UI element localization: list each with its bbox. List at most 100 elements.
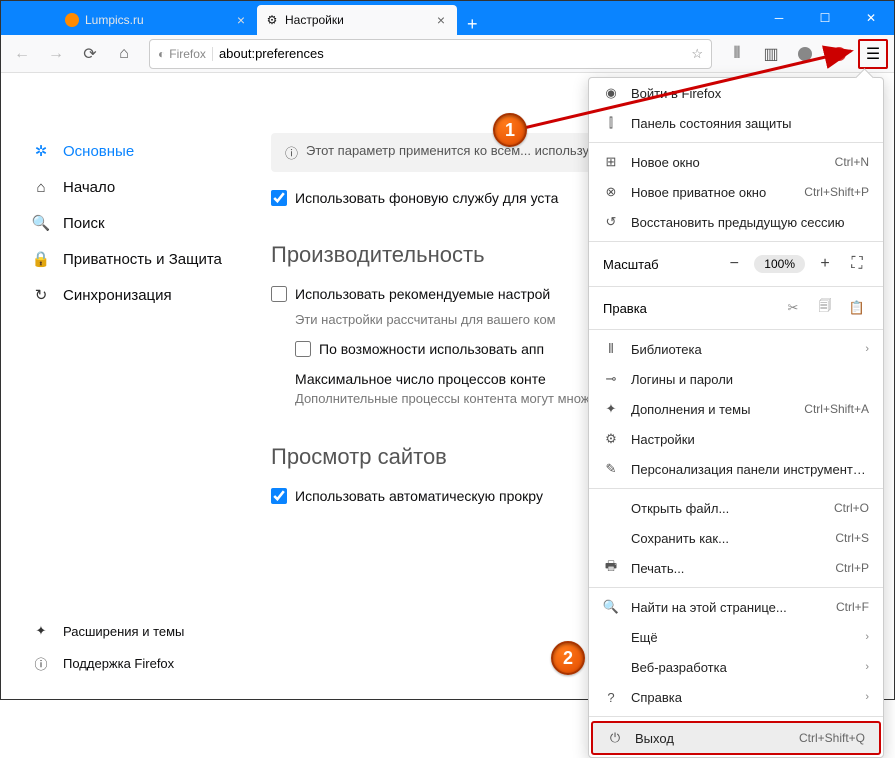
menu-web-developer[interactable]: Веб-разработка › [589, 652, 883, 682]
home-button[interactable]: ⌂ [109, 39, 139, 69]
menu-restore-session[interactable]: ↺ Восстановить предыдущую сессию [589, 207, 883, 237]
menu-open-file[interactable]: Открыть файл... Ctrl+O [589, 493, 883, 523]
menu-label: Персонализация панели инструментов... [631, 462, 869, 477]
menu-library[interactable]: ⫴ Библиотека › [589, 334, 883, 364]
menu-shortcut: Ctrl+N [835, 155, 869, 169]
callout-2: 2 [551, 641, 585, 675]
library-icon[interactable]: ⫴ [722, 39, 752, 69]
close-icon[interactable]: × [433, 12, 449, 28]
key-icon: ⊸ [603, 371, 619, 387]
menu-signin[interactable]: ◉ Войти в Firefox [589, 78, 883, 108]
menu-new-private-window[interactable]: ⊗ Новое приватное окно Ctrl+Shift+P [589, 177, 883, 207]
menu-find[interactable]: 🔍 Найти на этой странице... Ctrl+F [589, 592, 883, 622]
menu-settings[interactable]: ⚙ Настройки [589, 424, 883, 454]
sidebar-item-sync[interactable]: ↻ Синхронизация [31, 277, 231, 313]
sidebar-item-support[interactable]: ⓘ Поддержка Firefox [31, 647, 184, 679]
menu-label: Найти на этой странице... [631, 600, 824, 615]
menu-more[interactable]: Ещё › [589, 622, 883, 652]
gear-icon: ⚙ [265, 13, 279, 27]
settings-sidebar: ✲ Основные ⌂ Начало 🔍 Поиск 🔒 Приватност… [1, 73, 231, 699]
menu-protection-dashboard[interactable]: ⫿ Панель состояния защиты [589, 108, 883, 138]
sync-icon: ↻ [31, 285, 51, 305]
sidebar-item-label: Приватность и Защита [63, 251, 222, 268]
checkbox[interactable] [271, 286, 287, 302]
minimize-button[interactable]: ─ [756, 1, 802, 35]
tab-lumpics[interactable]: Lumpics.ru × [57, 5, 257, 35]
menu-customize[interactable]: ✎ Персонализация панели инструментов... [589, 454, 883, 484]
sidebar-item-label: Поиск [63, 215, 105, 232]
menu-label: Войти в Firefox [631, 86, 869, 101]
sidebar-item-general[interactable]: ✲ Основные [31, 133, 231, 169]
search-icon: 🔍 [31, 213, 51, 233]
reload-button[interactable]: ⟳ [75, 39, 105, 69]
menu-label: Библиотека [631, 342, 853, 357]
lock-icon: 🔒 [31, 249, 51, 269]
cut-button[interactable]: ✂ [781, 300, 805, 316]
tab-settings[interactable]: ⚙ Настройки × [257, 5, 457, 35]
app-menu-button[interactable]: ☰ [858, 39, 888, 69]
home-icon: ⌂ [31, 177, 51, 197]
puzzle-icon: ✦ [31, 621, 51, 641]
process-label: Максимальное число процессов конте [295, 371, 546, 387]
site-icon [65, 13, 79, 27]
sidebar-item-privacy[interactable]: 🔒 Приватность и Защита [31, 241, 231, 277]
menu-label: Веб-разработка [631, 660, 853, 675]
fullscreen-button[interactable]: ⛶ [845, 252, 869, 276]
gear-icon: ✲ [31, 141, 51, 161]
sidebar-item-home[interactable]: ⌂ Начало [31, 169, 231, 205]
edit-label: Правка [603, 301, 773, 316]
blank-icon [603, 659, 619, 675]
puzzle-icon: ✦ [603, 401, 619, 417]
sidebar-item-search[interactable]: 🔍 Поиск [31, 205, 231, 241]
checkbox[interactable] [271, 488, 287, 504]
close-icon[interactable]: × [233, 12, 249, 28]
menu-edit: Правка ✂ 🗐 📋 [589, 291, 883, 325]
menu-label: Справка [631, 690, 853, 705]
zoom-percent[interactable]: 100% [754, 255, 805, 273]
url-bar[interactable]: ◐Firefox about:preferences ☆ [149, 39, 712, 69]
menu-exit[interactable]: ⏻ Выход Ctrl+Shift+Q [591, 721, 881, 755]
menu-label: Настройки [631, 432, 869, 447]
window-icon: ⊞ [603, 154, 619, 170]
copy-button[interactable]: 🗐 [813, 297, 837, 319]
callout-1: 1 [493, 113, 527, 147]
chevron-right-icon: › [865, 661, 869, 673]
menu-separator [589, 587, 883, 588]
checkbox[interactable] [295, 341, 311, 357]
menu-save-as[interactable]: Сохранить как... Ctrl+S [589, 523, 883, 553]
sidebar-item-extensions[interactable]: ✦ Расширения и темы [31, 615, 184, 647]
menu-shortcut: Ctrl+S [835, 531, 869, 545]
new-tab-button[interactable]: + [457, 14, 488, 35]
menu-addons[interactable]: ✦ Дополнения и темы Ctrl+Shift+A [589, 394, 883, 424]
menu-print[interactable]: 🖶 Печать... Ctrl+P [589, 553, 883, 583]
info-icon: ⓘ [285, 143, 298, 162]
forward-button[interactable]: → [41, 39, 71, 69]
sidebar-item-label: Синхронизация [63, 287, 172, 304]
zoom-in-button[interactable]: + [813, 252, 837, 276]
back-button[interactable]: ← [7, 39, 37, 69]
menu-new-window[interactable]: ⊞ Новое окно Ctrl+N [589, 147, 883, 177]
maximize-button[interactable]: ☐ [802, 1, 848, 35]
menu-label: Дополнения и темы [631, 402, 792, 417]
paste-button[interactable]: 📋 [845, 300, 869, 316]
menu-separator [589, 716, 883, 717]
sidebar-icon[interactable]: ▥ [756, 39, 786, 69]
menu-label: Выход [635, 731, 787, 746]
mask-icon: ⊗ [603, 184, 619, 200]
sidebar-item-label: Начало [63, 179, 115, 196]
menu-logins[interactable]: ⊸ Логины и пароли [589, 364, 883, 394]
checkbox[interactable] [271, 190, 287, 206]
bookmark-star-icon[interactable]: ☆ [691, 46, 703, 62]
menu-separator [589, 142, 883, 143]
tab-label: Настройки [285, 13, 344, 27]
print-icon: 🖶 [603, 560, 619, 576]
close-button[interactable]: ✕ [848, 1, 894, 35]
menu-shortcut: Ctrl+O [834, 501, 869, 515]
menu-help[interactable]: ? Справка › [589, 682, 883, 712]
zoom-out-button[interactable]: − [722, 252, 746, 276]
check-label: Использовать фоновую службу для уста [295, 190, 558, 206]
account-icon[interactable] [790, 39, 820, 69]
extension-icon[interactable] [824, 39, 854, 69]
menu-label: Логины и пароли [631, 372, 869, 387]
menu-label: Панель состояния защиты [631, 116, 869, 131]
